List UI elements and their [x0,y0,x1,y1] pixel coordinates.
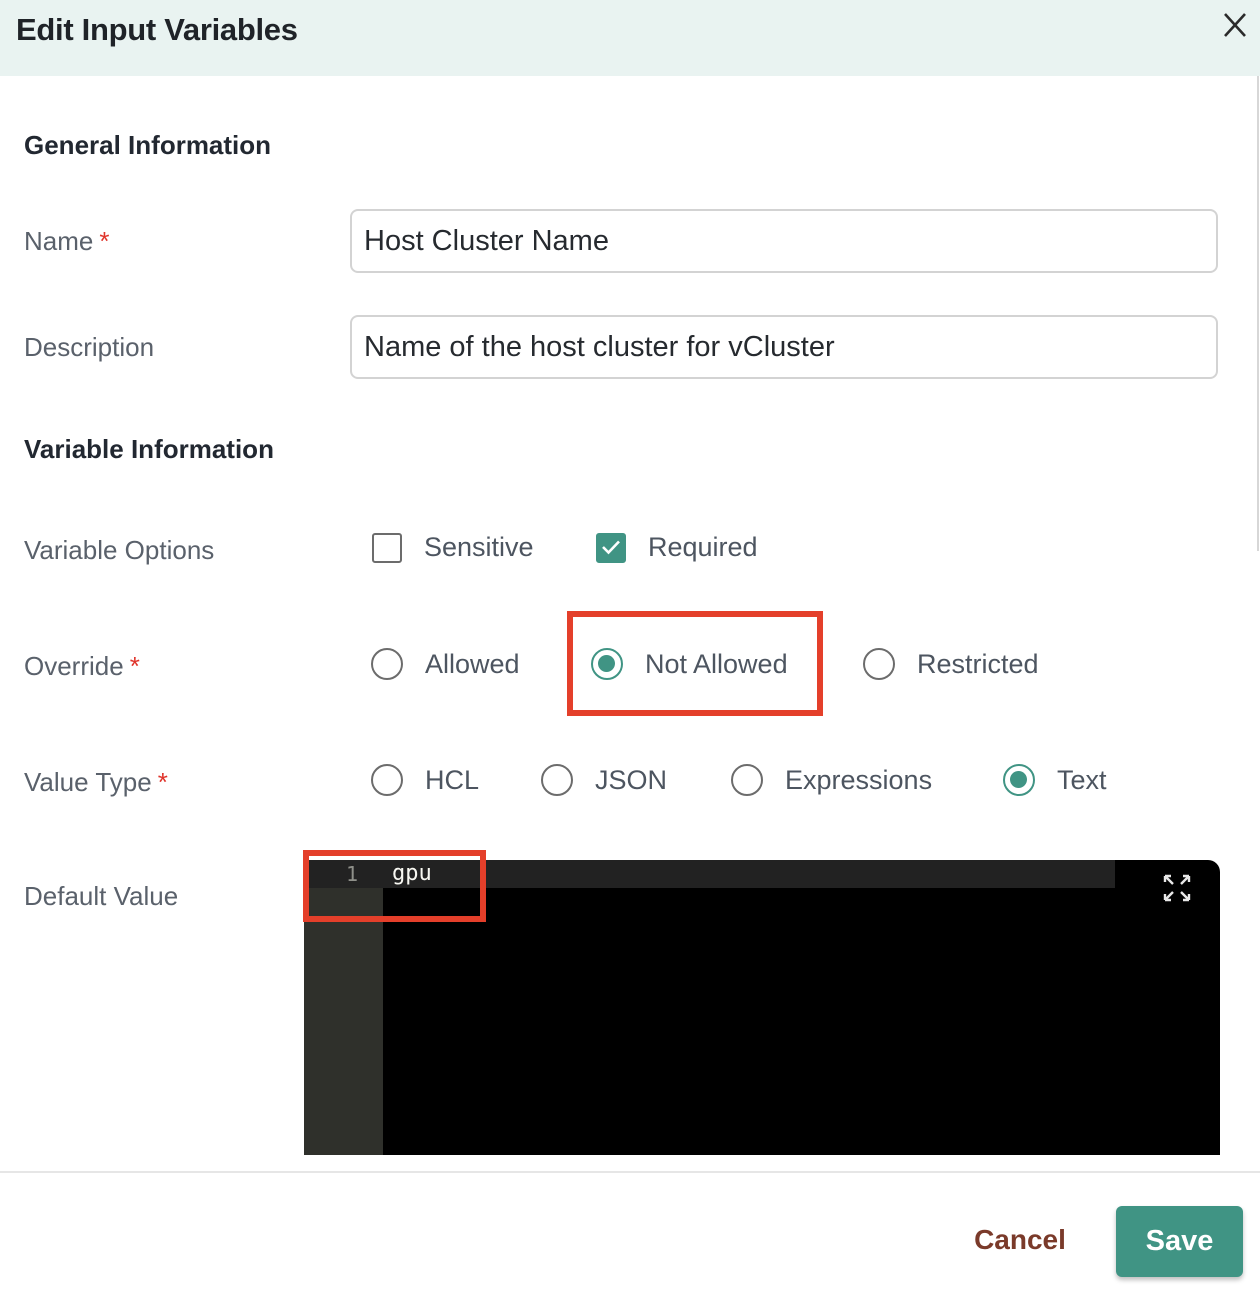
save-button[interactable]: Save [1116,1206,1243,1277]
editor-gutter [304,860,383,1155]
radio-circle-selected[interactable] [591,648,623,680]
override-radio-not-allowed[interactable]: Not Allowed [591,648,788,680]
value-type-radio-expressions[interactable]: Expressions [731,764,932,796]
name-input[interactable]: Host Cluster Name [350,209,1218,273]
radio-circle[interactable] [371,648,403,680]
override-radio-restricted[interactable]: Restricted [863,648,1039,680]
required-asterisk: * [99,226,110,256]
description-input[interactable]: Name of the host cluster for vCluster [350,315,1218,379]
checkbox-box[interactable] [372,532,402,563]
override-label: Override * [24,651,140,682]
value-type-label-text: Value Type [24,767,152,797]
not-allowed-label: Not Allowed [645,648,788,679]
line-number: 1 [345,862,358,886]
code-line[interactable]: gpu [392,861,432,886]
variable-options-label: Variable Options [24,535,215,565]
variable-information-heading: Variable Information [24,434,274,464]
close-icon [1224,13,1246,37]
value-type-radio-json[interactable]: JSON [541,764,667,796]
dialog-header: Edit Input Variables [0,0,1260,76]
cancel-button[interactable]: Cancel [960,1208,1080,1272]
restricted-label: Restricted [917,648,1039,679]
radio-circle-selected[interactable] [1003,764,1035,796]
checkbox-box-checked[interactable] [596,532,626,563]
radio-circle[interactable] [371,764,403,796]
required-label: Required [648,532,758,562]
expand-icon [1163,874,1191,902]
text-label: Text [1057,764,1107,795]
sensitive-checkbox[interactable]: Sensitive [372,532,534,563]
required-asterisk: * [129,651,140,681]
name-label: Name * [24,226,109,257]
expressions-label: Expressions [785,764,933,795]
sensitive-label: Sensitive [424,532,534,562]
value-type-radio-hcl[interactable]: HCL [371,764,479,796]
name-label-text: Name [24,226,94,256]
json-label: JSON [595,764,668,795]
default-value-code-editor[interactable]: 1 gpu [304,860,1220,1155]
checkmark-icon [601,540,620,555]
dialog-title: Edit Input Variables [16,12,298,47]
radio-circle[interactable] [731,764,763,796]
override-label-text: Override [24,651,124,681]
default-value-label: Default Value [24,881,179,911]
hcl-label: HCL [425,764,480,795]
value-type-label: Value Type * [24,767,168,798]
value-type-radio-text[interactable]: Text [1003,764,1107,796]
override-radio-allowed[interactable]: Allowed [371,648,520,680]
footer-divider [0,1171,1260,1173]
radio-circle[interactable] [863,648,895,680]
close-button[interactable] [1219,9,1251,41]
scrollbar[interactable] [1257,76,1259,551]
description-label: Description [24,332,155,362]
general-information-heading: General Information [24,130,272,160]
required-asterisk: * [157,767,168,797]
required-checkbox[interactable]: Required [596,532,758,563]
expand-editor-button[interactable] [1161,872,1193,904]
radio-circle[interactable] [541,764,573,796]
allowed-label: Allowed [425,648,520,679]
